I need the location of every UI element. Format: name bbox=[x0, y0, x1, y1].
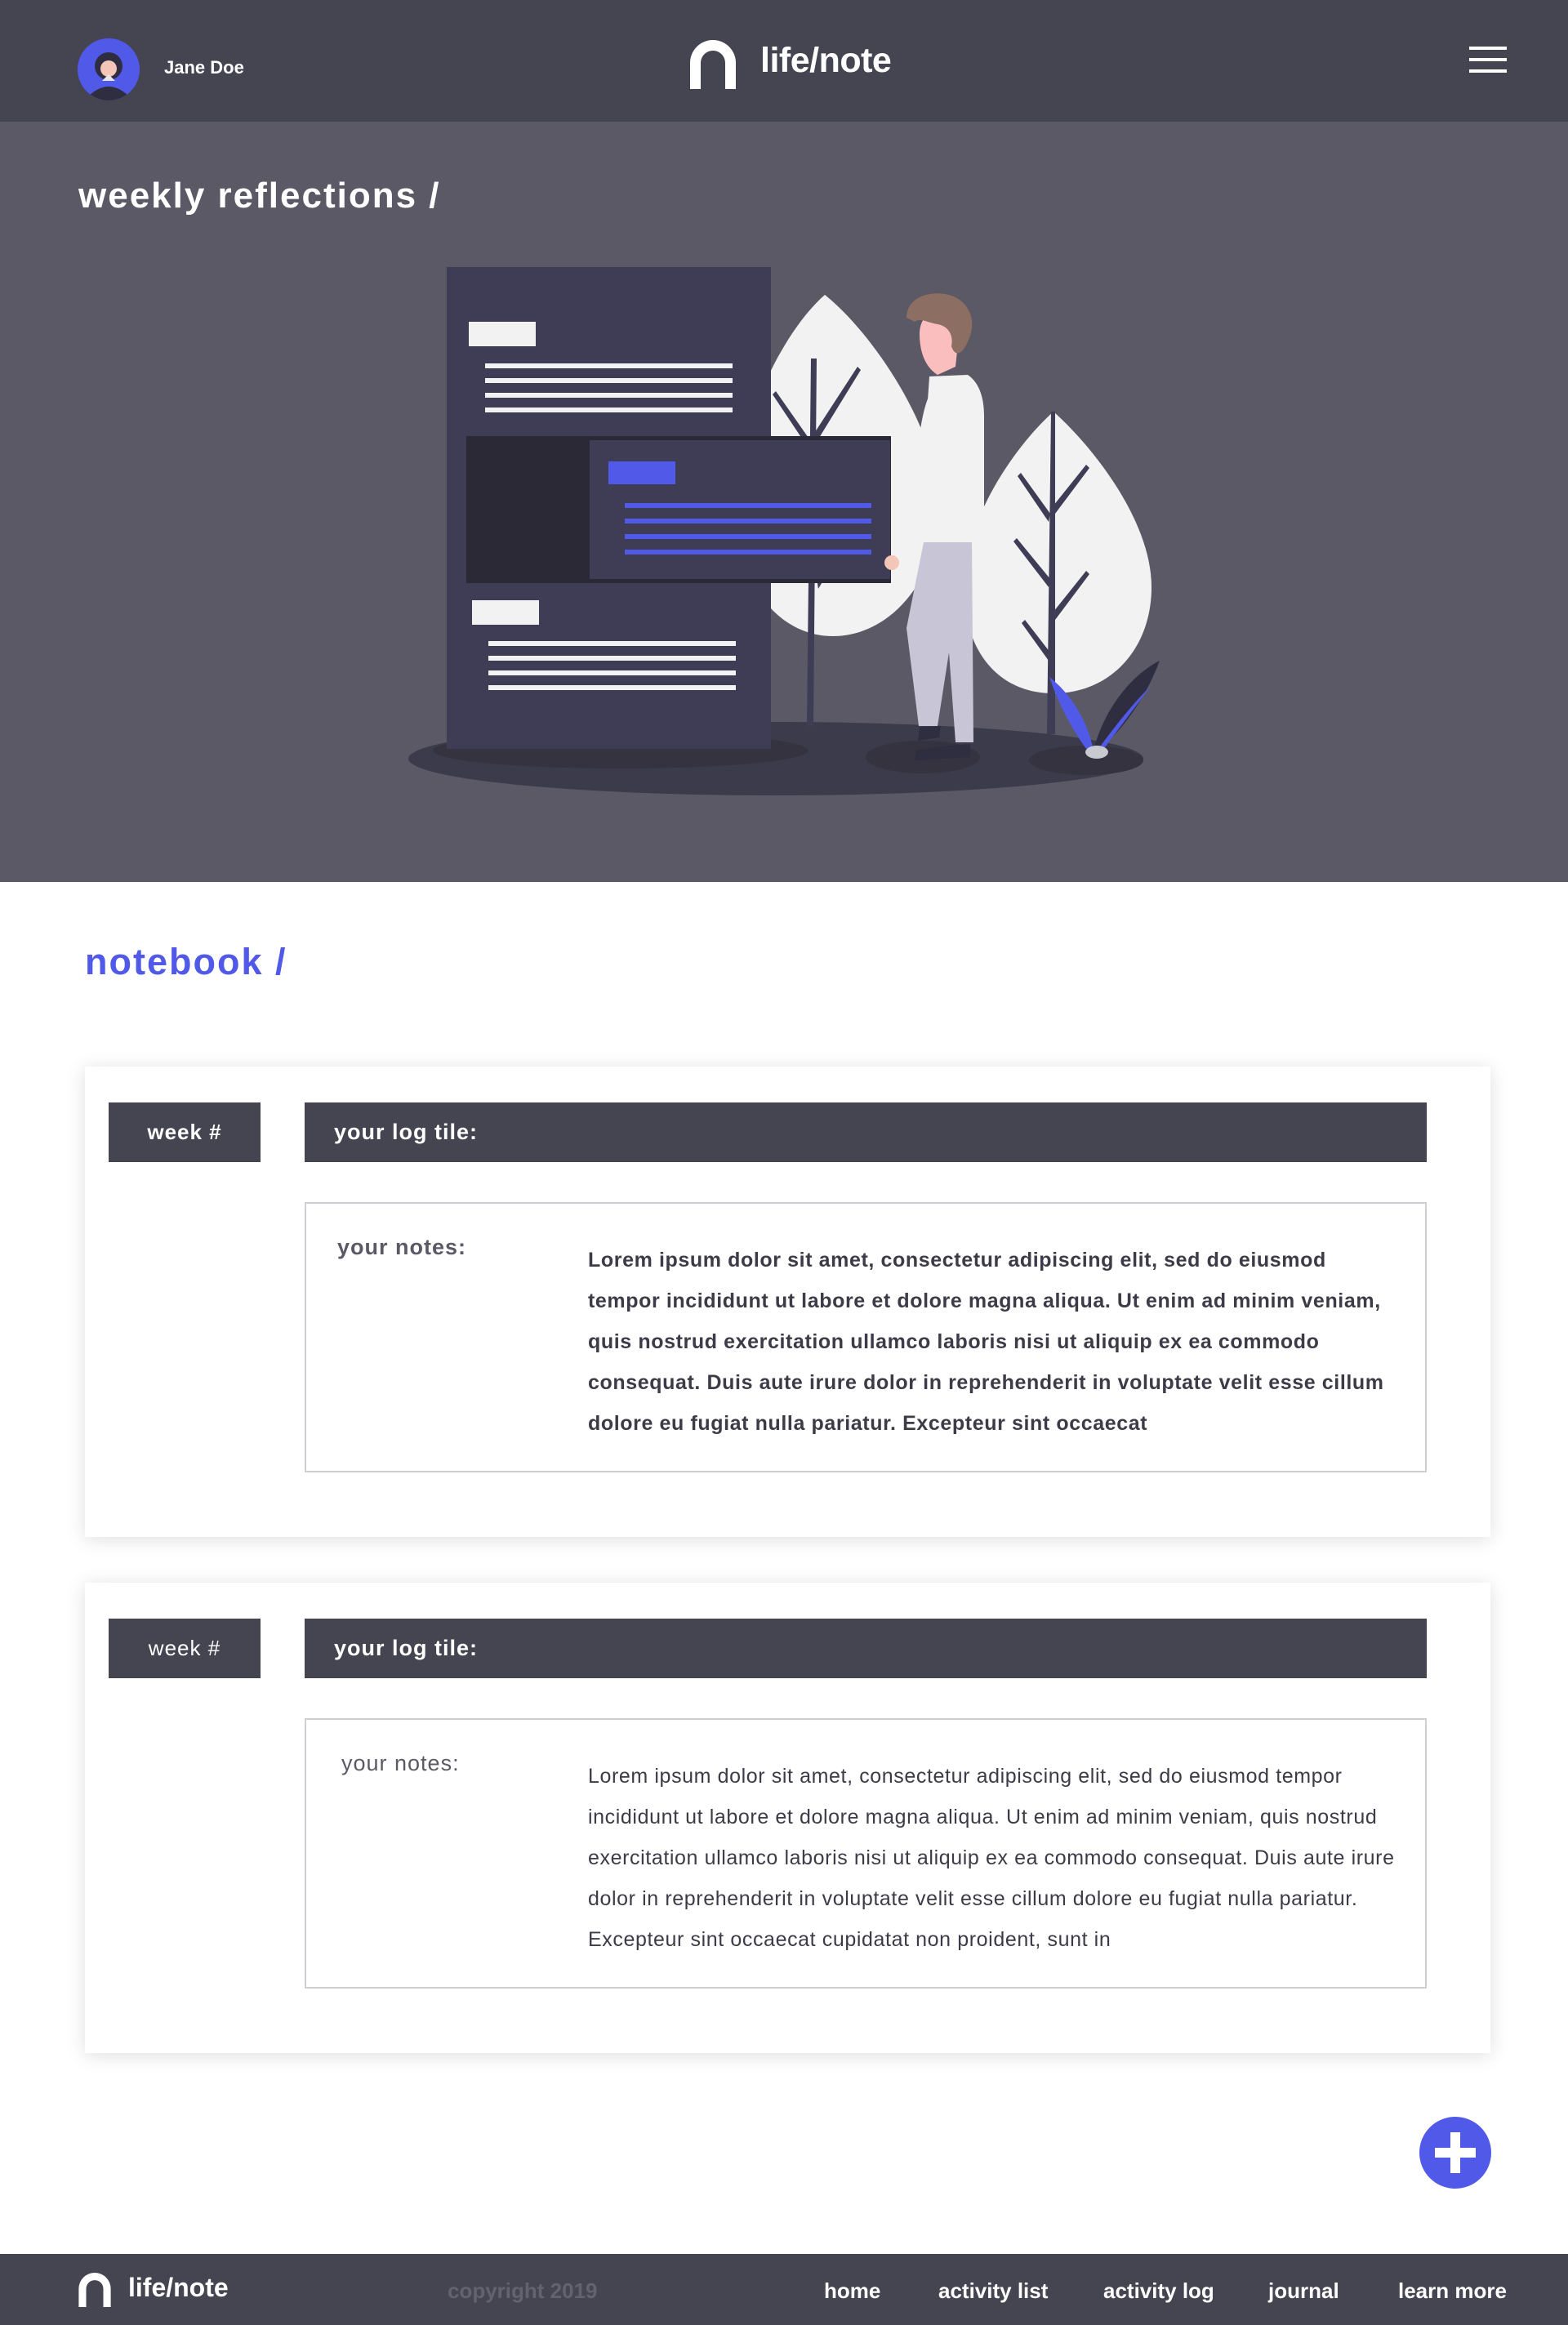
footer-brand[interactable]: life/note bbox=[128, 2273, 229, 2303]
user-name: Jane Doe bbox=[164, 57, 244, 78]
user-avatar-icon[interactable] bbox=[78, 38, 140, 100]
notes-label: your notes: bbox=[341, 1751, 460, 1775]
notes-text[interactable]: Lorem ipsum dolor sit amet, consectetur … bbox=[588, 1756, 1396, 1960]
avatar-illustration bbox=[78, 38, 140, 100]
notes-label: your notes: bbox=[337, 1235, 467, 1259]
footer-logo-icon[interactable] bbox=[78, 2272, 112, 2308]
log-title-input[interactable]: your log tile: bbox=[305, 1102, 1427, 1162]
footer-nav-activity-log[interactable]: activity log bbox=[1103, 2278, 1214, 2304]
footer-nav-learn-more[interactable]: learn more bbox=[1398, 2278, 1507, 2304]
brand-logo-icon bbox=[690, 40, 736, 89]
add-entry-button[interactable] bbox=[1419, 2117, 1491, 2189]
notebook-section-title: notebook / bbox=[85, 941, 287, 982]
week-number-badge[interactable]: week # bbox=[109, 1619, 261, 1678]
week-number-badge[interactable]: week # bbox=[109, 1102, 261, 1162]
brand-name: life/note bbox=[760, 41, 892, 80]
hero-section: weekly reflections / bbox=[0, 122, 1568, 882]
log-entry-card: week # your log tile: your notes: Lorem … bbox=[85, 1583, 1490, 2053]
footer: life/note copyright 2019 home activity l… bbox=[0, 2254, 1568, 2325]
log-title-input[interactable]: your log tile: bbox=[305, 1619, 1427, 1678]
hamburger-menu-icon[interactable] bbox=[1469, 45, 1507, 74]
footer-nav-home[interactable]: home bbox=[824, 2278, 880, 2304]
log-entry-card: week # your log tile: your notes: Lorem … bbox=[85, 1067, 1490, 1537]
copyright-text: copyright 2019 bbox=[448, 2278, 598, 2303]
notes-box[interactable]: your notes: Lorem ipsum dolor sit amet, … bbox=[305, 1718, 1427, 1989]
top-header: Jane Doe life/note bbox=[0, 0, 1568, 122]
notes-text[interactable]: Lorem ipsum dolor sit amet, consectetur … bbox=[588, 1240, 1396, 1444]
reflection-illustration bbox=[408, 267, 1160, 795]
footer-nav-activity-list[interactable]: activity list bbox=[938, 2278, 1048, 2304]
footer-nav-journal[interactable]: journal bbox=[1268, 2278, 1339, 2304]
notes-box[interactable]: your notes: Lorem ipsum dolor sit amet, … bbox=[305, 1202, 1427, 1472]
